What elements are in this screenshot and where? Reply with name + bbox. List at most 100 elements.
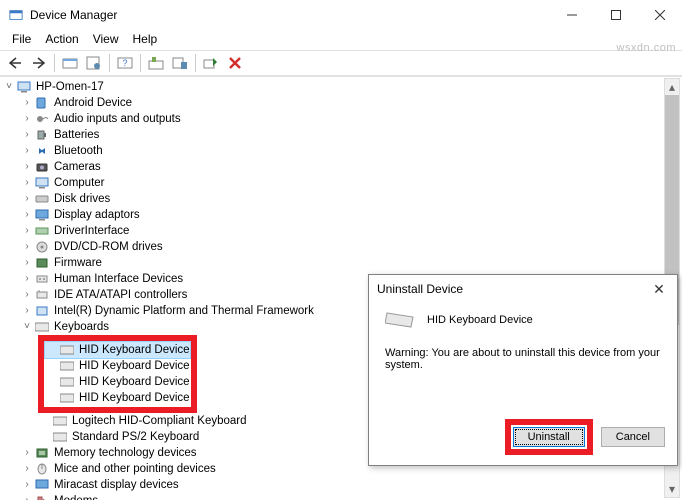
uninstall-device-dialog: Uninstall Device ✕ HID Keyboard Device W… — [368, 274, 678, 466]
toolbar-separator — [54, 54, 55, 72]
tree-category-label: Firmware — [54, 255, 102, 271]
category-icon — [34, 208, 50, 222]
keyboard-icon — [34, 320, 50, 334]
expand-icon[interactable]: › — [20, 111, 34, 127]
category-icon — [34, 192, 50, 206]
tree-category[interactable]: ›DriverInterface — [20, 223, 682, 239]
tree-category-label: Cameras — [54, 159, 101, 175]
category-icon — [34, 96, 50, 110]
category-icon — [34, 224, 50, 238]
tree-category-label: Bluetooth — [54, 143, 103, 159]
tree-item[interactable]: HID Keyboard Device — [45, 342, 190, 358]
tree-category[interactable]: › Android Device — [20, 95, 682, 111]
category-icon — [34, 288, 50, 302]
tree-category[interactable]: ›Audio inputs and outputs — [20, 111, 682, 127]
expand-icon[interactable]: › — [20, 493, 34, 500]
category-icon — [34, 112, 50, 126]
tree-category-label: Android Device — [54, 95, 132, 111]
tree-category[interactable]: › Miracast display devices — [20, 477, 682, 493]
highlight-box: HID Keyboard DeviceHID Keyboard DeviceHI… — [38, 335, 197, 413]
maximize-button[interactable] — [594, 1, 638, 29]
menu-action[interactable]: Action — [39, 30, 84, 50]
expand-icon[interactable]: › — [20, 239, 34, 255]
category-icon — [34, 176, 50, 190]
tree-item[interactable]: HID Keyboard Device — [45, 358, 190, 374]
expand-icon[interactable]: › — [20, 143, 34, 159]
help-button[interactable]: ? — [114, 52, 136, 74]
tree-category[interactable]: › Bluetooth — [20, 143, 682, 159]
expand-icon[interactable]: › — [20, 255, 34, 271]
expand-icon[interactable]: › — [20, 175, 34, 191]
expand-icon[interactable]: › — [20, 461, 34, 477]
app-icon — [8, 7, 24, 23]
tree-category[interactable]: › Cameras — [20, 159, 682, 175]
tree-category-label: Display adaptors — [54, 207, 140, 223]
tree-category-label: Disk drives — [54, 191, 110, 207]
tree-category-label: Batteries — [54, 127, 99, 143]
uninstall-device-button[interactable] — [224, 52, 246, 74]
scan-hardware-button[interactable] — [169, 52, 191, 74]
tree-category[interactable]: › Modems — [20, 493, 682, 500]
expand-icon[interactable]: › — [20, 159, 34, 175]
menu-help[interactable]: Help — [127, 30, 164, 50]
expand-icon[interactable]: › — [20, 191, 34, 207]
menu-file[interactable]: File — [6, 30, 37, 50]
keyboard-icon — [52, 414, 68, 428]
keyboard-icon — [59, 343, 75, 357]
tree-category[interactable]: › Display adaptors — [20, 207, 682, 223]
category-icon — [34, 240, 50, 254]
tree-root[interactable]: ˅ HP-Omen-17 — [2, 79, 682, 95]
tree-category[interactable]: › Disk drives — [20, 191, 682, 207]
back-button[interactable] — [4, 52, 26, 74]
window-buttons — [550, 1, 682, 29]
window-title: Device Manager — [30, 8, 550, 22]
show-hidden-button[interactable] — [59, 52, 81, 74]
expand-icon[interactable]: › — [20, 445, 34, 461]
expand-icon[interactable]: › — [20, 271, 34, 287]
cancel-button[interactable]: Cancel — [601, 427, 665, 447]
menu-view[interactable]: View — [87, 30, 125, 50]
tree-category-label: Modems — [54, 493, 98, 500]
expand-icon[interactable]: ˅ — [2, 79, 16, 95]
tree-item-label: HID Keyboard Device — [79, 390, 190, 406]
tree-item[interactable]: HID Keyboard Device — [45, 374, 190, 390]
highlight-box: Uninstall — [505, 419, 593, 455]
tree-category-label: Keyboards — [54, 319, 109, 335]
tree-item-label: Standard PS/2 Keyboard — [72, 429, 199, 445]
dialog-close-button[interactable]: ✕ — [649, 281, 669, 298]
category-icon — [34, 144, 50, 158]
tree-category-label: Intel(R) Dynamic Platform and Thermal Fr… — [54, 303, 314, 319]
category-icon — [34, 478, 50, 492]
scroll-down-button[interactable]: ▾ — [665, 481, 679, 497]
collapse-icon[interactable]: ˅ — [20, 319, 34, 335]
toolbar-separator — [140, 54, 141, 72]
forward-button[interactable] — [28, 52, 50, 74]
tree-category[interactable]: ›DVD/CD-ROM drives — [20, 239, 682, 255]
tree-category[interactable]: › Batteries — [20, 127, 682, 143]
enable-device-button[interactable] — [200, 52, 222, 74]
watermark: wsxdn.com — [616, 42, 676, 54]
computer-icon — [16, 80, 32, 94]
expand-icon[interactable]: › — [20, 477, 34, 493]
tree-category-label: Mice and other pointing devices — [54, 461, 216, 477]
properties-button[interactable] — [83, 52, 105, 74]
close-button[interactable] — [638, 1, 682, 29]
tree-category[interactable]: ›Computer — [20, 175, 682, 191]
tree-item[interactable]: HID Keyboard Device — [45, 390, 190, 406]
category-icon — [34, 128, 50, 142]
toolbar-separator — [109, 54, 110, 72]
tree-category-label: Miracast display devices — [54, 477, 179, 493]
update-driver-button[interactable] — [145, 52, 167, 74]
keyboard-icon — [59, 359, 75, 373]
tree-item-label: HID Keyboard Device — [79, 342, 190, 358]
expand-icon[interactable]: › — [20, 303, 34, 319]
expand-icon[interactable]: › — [20, 95, 34, 111]
uninstall-button[interactable]: Uninstall — [513, 427, 585, 447]
tree-category[interactable]: › Firmware — [20, 255, 682, 271]
expand-icon[interactable]: › — [20, 223, 34, 239]
expand-icon[interactable]: › — [20, 127, 34, 143]
expand-icon[interactable]: › — [20, 207, 34, 223]
scroll-up-button[interactable]: ▴ — [665, 79, 679, 95]
expand-icon[interactable]: › — [20, 287, 34, 303]
minimize-button[interactable] — [550, 1, 594, 29]
